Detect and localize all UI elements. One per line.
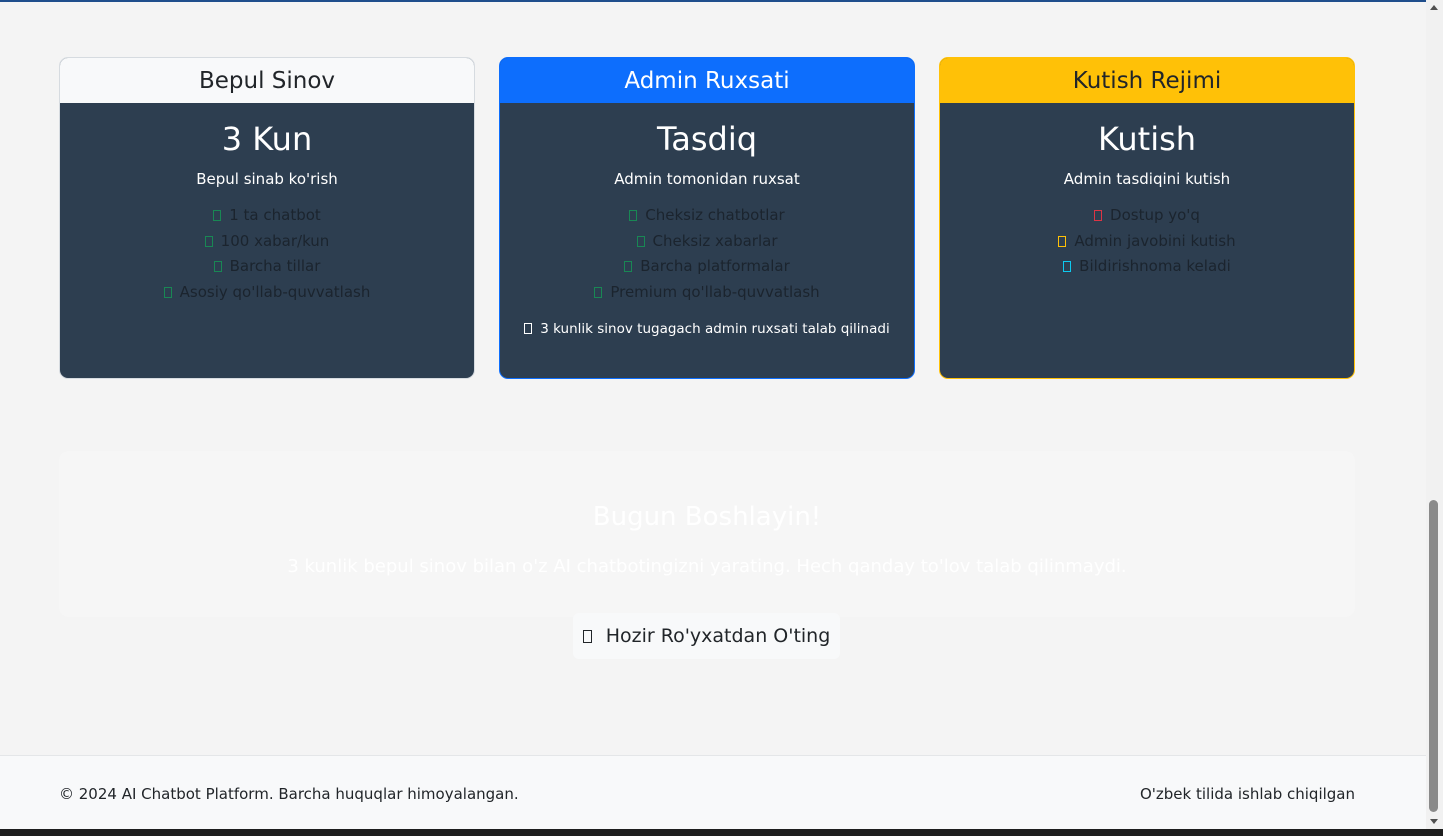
feature-item: Cheksiz chatbotlar <box>500 203 914 229</box>
bell-square-icon <box>1063 261 1072 272</box>
card-body: Tasdiq Admin tomonidan ruxsat Cheksiz ch… <box>500 103 914 337</box>
card-subtitle: Admin tasdiqini kutish <box>1063 170 1231 188</box>
pricing-cards: Bepul Sinov 3 Kun Bepul sinab ko'rish 1 … <box>59 57 1355 379</box>
feature-list: Dostup yo'q Admin javobini kutish Bildir… <box>940 203 1354 280</box>
cta-text: 3 kunlik bepul sinov bilan o'z AI chatbo… <box>287 556 1127 577</box>
feature-text: Admin javobini kutish <box>1074 231 1236 250</box>
check-square-icon <box>594 286 603 298</box>
page-viewport: Bepul Sinov 3 Kun Bepul sinab ko'rish 1 … <box>0 0 1426 829</box>
check-square-icon <box>629 210 638 221</box>
feature-text: Bildirishnoma keladi <box>1079 257 1231 275</box>
user-plus-icon <box>582 629 592 643</box>
x-square-icon <box>1094 210 1103 221</box>
cta-title: Bugun Boshlayin! <box>592 502 822 532</box>
feature-item: Premium qo'llab-quvvatlash <box>500 280 914 306</box>
scrollbar-thumb[interactable] <box>1429 500 1438 812</box>
check-square-icon <box>163 286 172 298</box>
card-value: Tasdiq <box>656 120 758 158</box>
card-body: Kutish Admin tasdiqini kutish Dostup yo'… <box>940 103 1354 280</box>
card-subtitle: Bepul sinab ko'rish <box>196 170 338 188</box>
vertical-scrollbar[interactable] <box>1426 0 1443 829</box>
card-body: 3 Kun Bepul sinab ko'rish 1 ta chatbot 1… <box>60 103 474 305</box>
card-value: 3 Kun <box>221 120 313 158</box>
card-subtitle: Admin tomonidan ruxsat <box>614 170 800 188</box>
cta-section: Bugun Boshlayin! 3 kunlik bepul sinov bi… <box>59 451 1355 617</box>
feature-text: Premium qo'llab-quvvatlash <box>610 282 820 301</box>
card-admin-approval: Admin Ruxsati Tasdiq Admin tomonidan rux… <box>499 57 915 379</box>
card-note: 3 kunlik sinov tugagach admin ruxsati ta… <box>500 321 914 337</box>
scroll-up-arrow-icon[interactable] <box>1430 5 1438 10</box>
clock-square-icon <box>1058 235 1067 247</box>
check-square-icon <box>213 261 222 272</box>
feature-item: Barcha platformalar <box>500 254 914 280</box>
feature-list: Cheksiz chatbotlar Cheksiz xabarlar Barc… <box>500 203 914 305</box>
footer: © 2024 AI Chatbot Platform. Barcha huquq… <box>0 755 1426 829</box>
feature-item: Bildirishnoma keladi <box>940 254 1354 280</box>
feature-item: Asosiy qo'llab-quvvatlash <box>60 280 474 306</box>
footer-copyright: © 2024 AI Chatbot Platform. Barcha huquq… <box>59 785 519 803</box>
card-value: Kutish <box>1097 120 1197 158</box>
feature-text: 1 ta chatbot <box>229 206 321 224</box>
feature-text: Cheksiz xabarlar <box>652 231 778 250</box>
feature-text: Barcha platformalar <box>640 257 790 275</box>
feature-item: Barcha tillar <box>60 254 474 280</box>
feature-item: 100 xabar/kun <box>60 229 474 255</box>
top-border <box>0 0 1426 2</box>
check-square-icon <box>636 235 645 247</box>
card-free-trial: Bepul Sinov 3 Kun Bepul sinab ko'rish 1 … <box>59 57 475 379</box>
scroll-down-arrow-icon[interactable] <box>1430 819 1438 824</box>
feature-list: 1 ta chatbot 100 xabar/kun Barcha tillar… <box>60 203 474 305</box>
feature-text: Dostup yo'q <box>1110 206 1200 224</box>
check-square-icon <box>204 235 213 247</box>
footer-made-in: O'zbek tilida ishlab chiqilgan <box>1139 785 1355 803</box>
register-button-label: Hozir Ro'yxatdan O'ting <box>605 625 831 647</box>
feature-text: 100 xabar/kun <box>220 231 330 250</box>
register-button[interactable]: Hozir Ro'yxatdan O'ting <box>573 613 840 659</box>
card-waiting-mode: Kutish Rejimi Kutish Admin tasdiqini kut… <box>939 57 1355 379</box>
feature-item: Cheksiz xabarlar <box>500 229 914 255</box>
info-square-icon <box>524 323 533 334</box>
feature-text: Asosiy qo'llab-quvvatlash <box>179 282 371 301</box>
feature-item: Admin javobini kutish <box>940 229 1354 255</box>
check-square-icon <box>213 210 222 221</box>
card-header: Admin Ruxsati <box>500 58 914 103</box>
feature-text: Barcha tillar <box>229 257 321 275</box>
feature-item: 1 ta chatbot <box>60 203 474 229</box>
check-square-icon <box>624 261 633 272</box>
feature-text: Cheksiz chatbotlar <box>645 206 785 224</box>
feature-item: Dostup yo'q <box>940 203 1354 229</box>
card-header: Kutish Rejimi <box>940 58 1354 103</box>
card-header: Bepul Sinov <box>60 58 474 103</box>
card-note-text: 3 kunlik sinov tugagach admin ruxsati ta… <box>540 321 890 337</box>
